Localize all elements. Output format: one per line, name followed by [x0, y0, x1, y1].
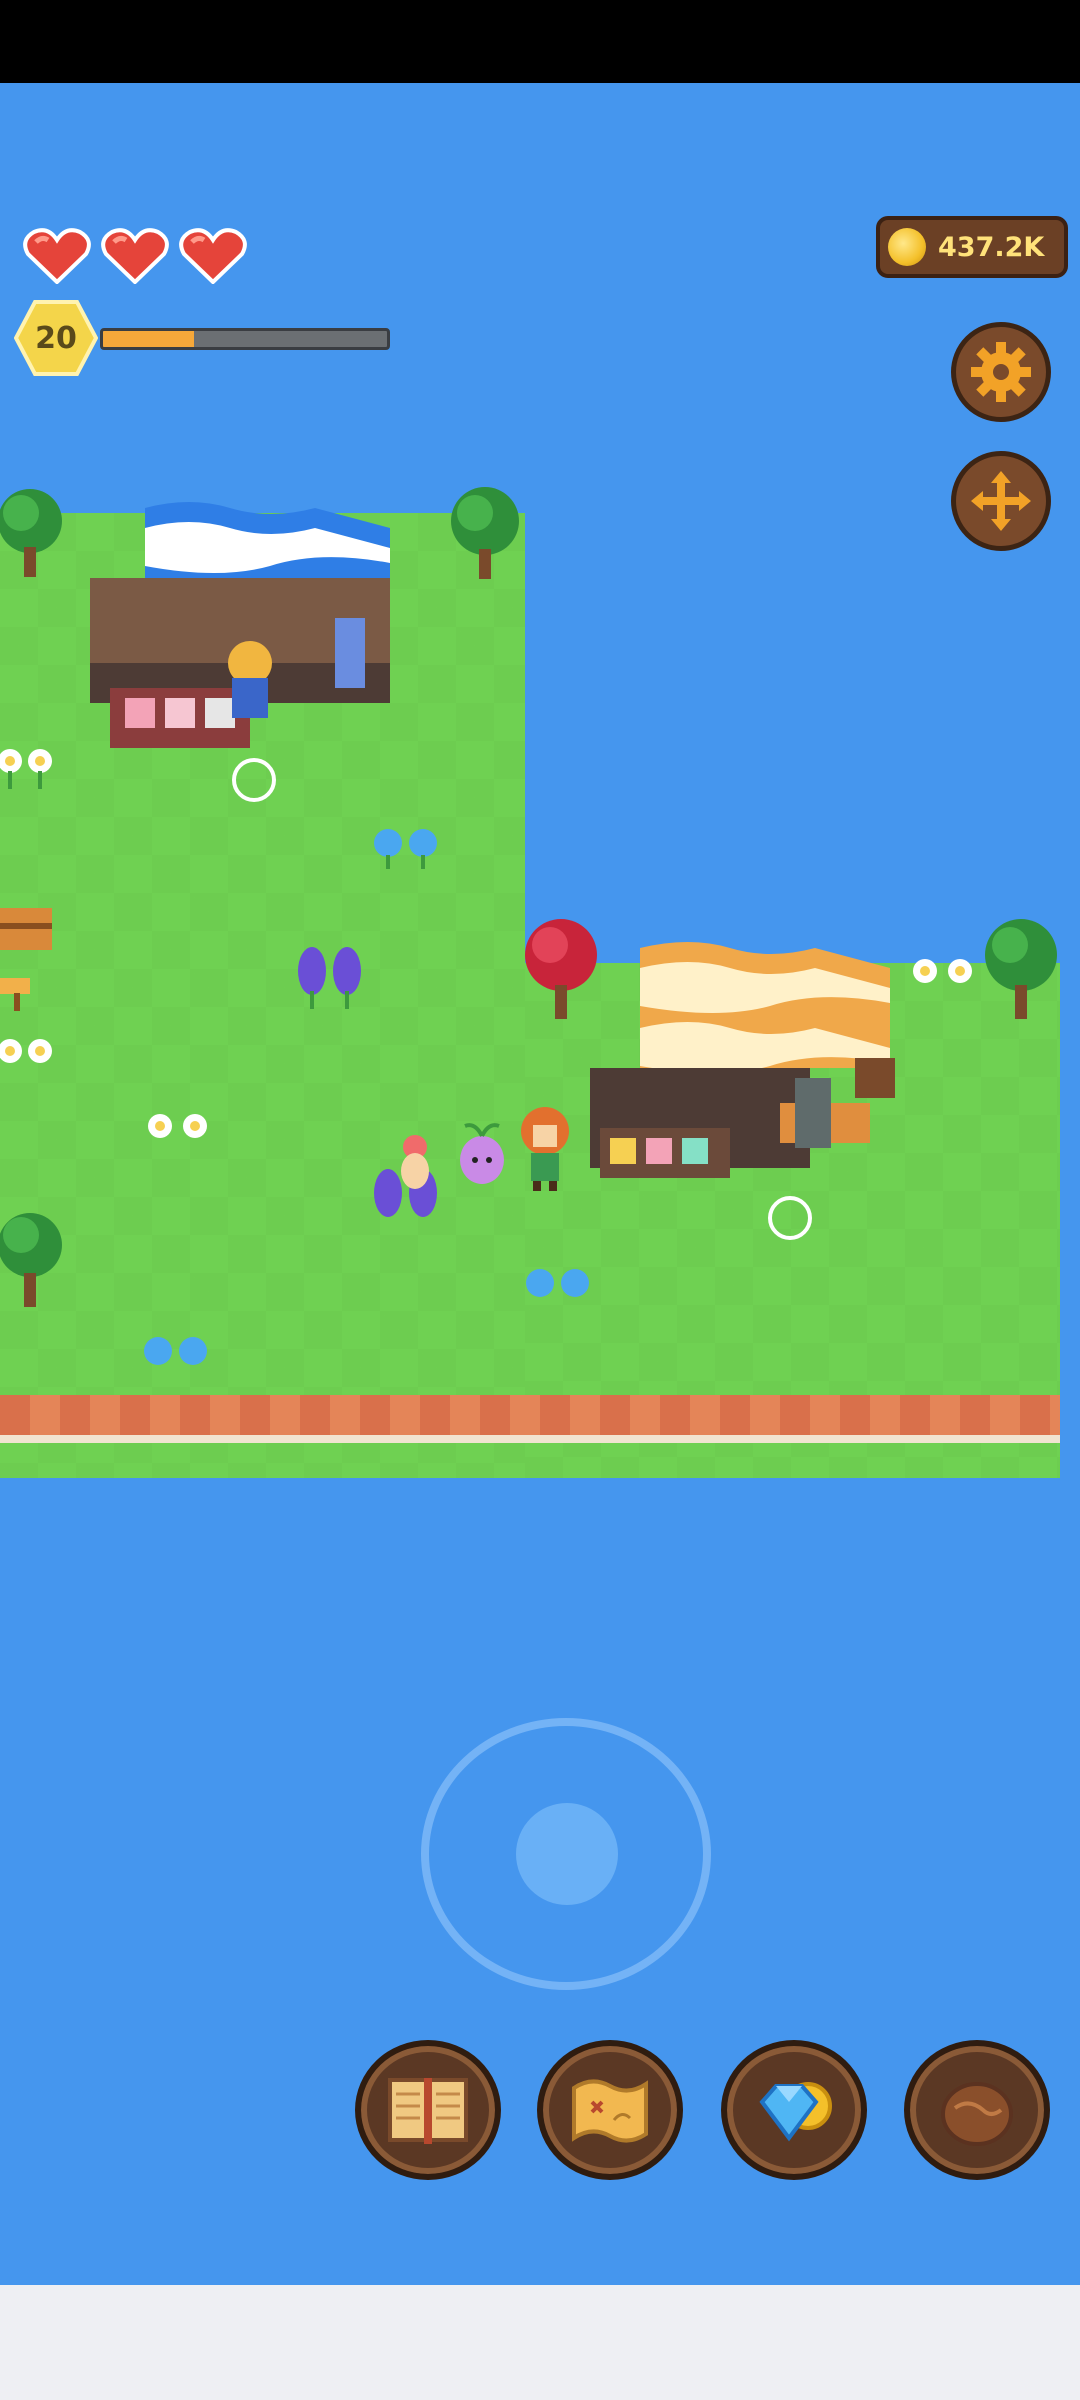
purple-flowers [298, 947, 361, 1009]
white-flowers [0, 749, 52, 789]
coin-counter[interactable]: 437.2K [876, 216, 1068, 278]
move-button[interactable] [951, 451, 1051, 551]
tree-sprite [0, 1213, 62, 1307]
signpost[interactable] [0, 973, 35, 1013]
map-scroll-icon [572, 2079, 648, 2143]
move-arrows-icon [971, 471, 1031, 531]
tree-sprite [451, 487, 519, 579]
blue-flowers [374, 829, 437, 869]
heart-icon [178, 228, 248, 284]
market-stall-orange[interactable] [580, 928, 920, 1208]
market-stall-blue[interactable] [70, 488, 430, 768]
white-flowers [913, 959, 972, 983]
interaction-marker[interactable] [232, 758, 276, 802]
level-number: 20 [35, 320, 77, 356]
heart-icon [22, 228, 92, 284]
tree-sprite [0, 489, 62, 577]
fairy-npc[interactable] [390, 1133, 440, 1193]
island-cliff-edge [0, 1395, 1060, 1443]
coin-icon [888, 228, 926, 266]
white-flowers [0, 1039, 52, 1063]
white-flowers [148, 1114, 207, 1138]
player-character[interactable] [515, 1103, 575, 1193]
resources-button[interactable] [904, 2040, 1050, 2180]
pet-companion[interactable] [455, 1118, 510, 1188]
book-button[interactable] [355, 2040, 501, 2180]
book-icon [388, 2078, 468, 2144]
interaction-marker[interactable] [768, 1196, 812, 1240]
heart-icon [100, 228, 170, 284]
coin-value: 437.2K [938, 231, 1045, 263]
status-bar [0, 0, 1080, 83]
treasure-chest[interactable] [0, 903, 55, 953]
level-indicator: 20 [14, 300, 394, 380]
map-button[interactable] [537, 2040, 683, 2180]
gem-shop-button[interactable] [721, 2040, 867, 2180]
joystick-knob[interactable] [516, 1803, 618, 1905]
xp-progress-bar [100, 328, 390, 350]
blue-flowers [144, 1337, 207, 1365]
resource-bag-icon [941, 2082, 1013, 2146]
settings-button[interactable] [951, 322, 1051, 422]
gem-shop-icon [759, 2082, 832, 2142]
gear-icon [971, 342, 1031, 402]
xp-progress-fill [103, 331, 194, 347]
tree-sprite [985, 919, 1057, 1019]
blue-flowers [526, 1269, 589, 1297]
system-navigation-bar [0, 2285, 1080, 2400]
health-hearts [22, 228, 248, 284]
